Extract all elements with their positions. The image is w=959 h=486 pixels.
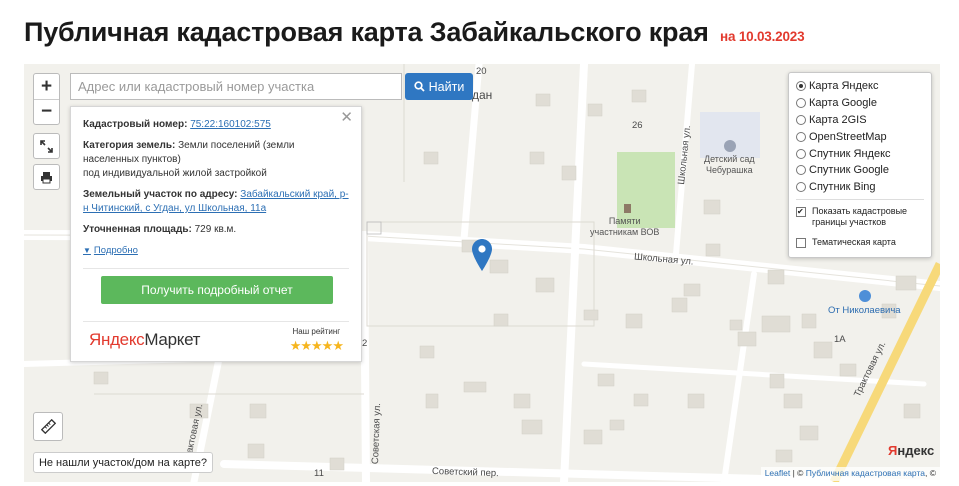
zoom-control: + − bbox=[33, 73, 60, 125]
layer-option-bing-sat[interactable]: Спутник Bing bbox=[796, 179, 924, 196]
usage-value: под индивидуальной жилой застройкой bbox=[83, 168, 267, 179]
layer-option-yandex-sat[interactable]: Спутник Яндекс bbox=[796, 145, 924, 162]
thematic-toggle[interactable]: Тематическая карта bbox=[796, 237, 924, 249]
expand-icon bbox=[40, 139, 53, 153]
category-label: Категория земель: bbox=[83, 140, 176, 151]
layers-divider bbox=[796, 198, 924, 200]
search-icon bbox=[414, 81, 425, 92]
radio-icon[interactable] bbox=[796, 81, 806, 92]
page-title: Публичная кадастровая карта Забайкальско… bbox=[24, 17, 805, 48]
rating-block: Наш рейтинг ★★★★★ bbox=[289, 325, 344, 355]
cadastral-row: Кадастровый номер: 75:22:160102:575 bbox=[83, 118, 349, 132]
layer-label: Карта Google bbox=[809, 97, 877, 110]
search-button[interactable]: Найти bbox=[405, 73, 473, 100]
area-row: Уточненная площадь: 729 кв.м. bbox=[83, 223, 349, 237]
address-row: Земельный участок по адресу: Забайкальск… bbox=[83, 188, 349, 216]
more-label: Подробно bbox=[93, 245, 138, 256]
yandex-logo: Яндекс bbox=[888, 443, 934, 458]
radio-icon[interactable] bbox=[796, 114, 806, 125]
layer-option-2gis-map[interactable]: Карта 2GIS bbox=[796, 112, 924, 129]
layer-label: Карта 2GIS bbox=[809, 113, 867, 126]
house-num-20: 20 bbox=[476, 66, 487, 77]
village-label: дан bbox=[472, 88, 493, 102]
more-link[interactable]: ▼ Подробно bbox=[83, 244, 349, 258]
ruler-icon bbox=[40, 419, 56, 434]
attr-tail: , © bbox=[925, 468, 936, 478]
ruler-button[interactable] bbox=[33, 412, 63, 441]
road-south bbox=[721, 271, 757, 482]
map-attribution: Leaflet | © Публичная кадастровая карта,… bbox=[760, 467, 940, 481]
report-button[interactable]: Получить подробный отчет bbox=[101, 276, 333, 304]
print-button[interactable] bbox=[33, 164, 60, 190]
layer-label: Спутник Яндекс bbox=[809, 147, 891, 160]
memorial-poi bbox=[624, 204, 631, 213]
zoom-in-button[interactable]: + bbox=[34, 74, 59, 99]
yandex-logo-rest: ндекс bbox=[897, 443, 935, 458]
cadastral-map-link[interactable]: Публичная кадастровая карта bbox=[806, 468, 925, 478]
memorial-label: Памяти участникам ВОВ bbox=[590, 216, 660, 237]
cadastral-link[interactable]: 75:22:160102:575 bbox=[190, 119, 271, 130]
ad-brand-2: Маркет bbox=[144, 329, 201, 349]
layer-option-google-map[interactable]: Карта Google bbox=[796, 95, 924, 112]
parcel-info-popup: ✕ Кадастровый номер: 75:22:160102:575 Ка… bbox=[70, 106, 362, 362]
divider bbox=[83, 268, 349, 269]
location-pin-icon[interactable] bbox=[472, 239, 492, 276]
radio-icon[interactable] bbox=[796, 98, 806, 109]
cadastral-label: Кадастровый номер: bbox=[83, 119, 188, 130]
layer-option-google-sat[interactable]: Спутник Google bbox=[796, 162, 924, 179]
radio-icon[interactable] bbox=[796, 148, 806, 159]
layer-label: Спутник Google bbox=[809, 164, 889, 177]
radio-icon[interactable] bbox=[796, 182, 806, 193]
map-canvas[interactable]: Школьная ул. Школьная ул. Советская ул. … bbox=[24, 64, 940, 482]
address-label: Земельный участок по адресу: bbox=[83, 189, 238, 200]
kindergarten-poi bbox=[724, 140, 736, 152]
cafe-poi bbox=[859, 290, 871, 302]
zoom-out-button[interactable]: − bbox=[34, 99, 59, 124]
kindergarten-label: Детский сад Чебурашка bbox=[704, 154, 755, 175]
show-borders-label: Показать кадастровые границы участков bbox=[812, 205, 908, 228]
radio-icon[interactable] bbox=[796, 165, 806, 176]
house-num-11: 11 bbox=[314, 468, 324, 479]
ad-brand-1: Яндекс bbox=[89, 329, 145, 349]
rating-stars-icon: ★★★★★ bbox=[289, 337, 344, 353]
triangle-down-icon: ▼ bbox=[83, 246, 91, 255]
street-label-sovetskaya: Советская ул. bbox=[370, 402, 384, 465]
close-icon[interactable]: ✕ bbox=[340, 110, 353, 125]
layer-switcher: Карта Яндекс Карта Google Карта 2GIS Ope… bbox=[788, 72, 932, 258]
yandex-market-logo: ЯндексМаркет bbox=[89, 329, 201, 349]
street-label-sovetsky-lane: Советский пер. bbox=[431, 465, 499, 480]
layer-label: Спутник Bing bbox=[809, 181, 876, 194]
cafe-label: От Николаевича bbox=[828, 305, 901, 316]
search-button-label: Найти bbox=[428, 79, 465, 94]
yandex-logo-y: Я bbox=[888, 443, 898, 458]
radio-icon[interactable] bbox=[796, 131, 806, 142]
leaflet-link[interactable]: Leaflet bbox=[765, 468, 791, 478]
search-input[interactable] bbox=[70, 73, 402, 100]
house-num-26: 26 bbox=[632, 120, 643, 131]
thematic-label: Тематическая карта bbox=[812, 236, 896, 247]
house-num-2: 2 bbox=[362, 338, 368, 349]
fullscreen-button[interactable] bbox=[33, 133, 60, 159]
date-label: на 10.03.2023 bbox=[720, 29, 805, 44]
area-value: 729 кв.м. bbox=[194, 224, 237, 235]
show-borders-toggle[interactable]: Показать кадастровые границы участков bbox=[796, 206, 924, 229]
house-num-1a: 1А bbox=[834, 334, 846, 345]
category-row: Категория земель: Земли поселений (земли… bbox=[83, 139, 349, 181]
sovetskaya-road bbox=[360, 232, 370, 482]
printer-icon bbox=[41, 171, 52, 183]
layer-option-osm[interactable]: OpenStreetMap bbox=[796, 128, 924, 145]
checkbox-icon[interactable] bbox=[796, 206, 806, 217]
layer-label: OpenStreetMap bbox=[809, 130, 887, 143]
area-label: Уточненная площадь: bbox=[83, 224, 192, 235]
layer-label: Карта Яндекс bbox=[809, 80, 879, 93]
checkbox-icon[interactable] bbox=[796, 237, 806, 248]
attr-sep: | © bbox=[790, 468, 806, 478]
rating-label: Наш рейтинг bbox=[292, 326, 341, 336]
not-found-button[interactable]: Не нашли участок/дом на карте? bbox=[33, 452, 213, 473]
school-vert-road bbox=[560, 64, 588, 482]
layer-option-yandex-map[interactable]: Карта Яндекс bbox=[796, 78, 924, 95]
page-title-text: Публичная кадастровая карта Забайкальско… bbox=[24, 17, 709, 47]
market-ad[interactable]: ЯндексМаркет Наш рейтинг ★★★★★ bbox=[83, 321, 349, 357]
